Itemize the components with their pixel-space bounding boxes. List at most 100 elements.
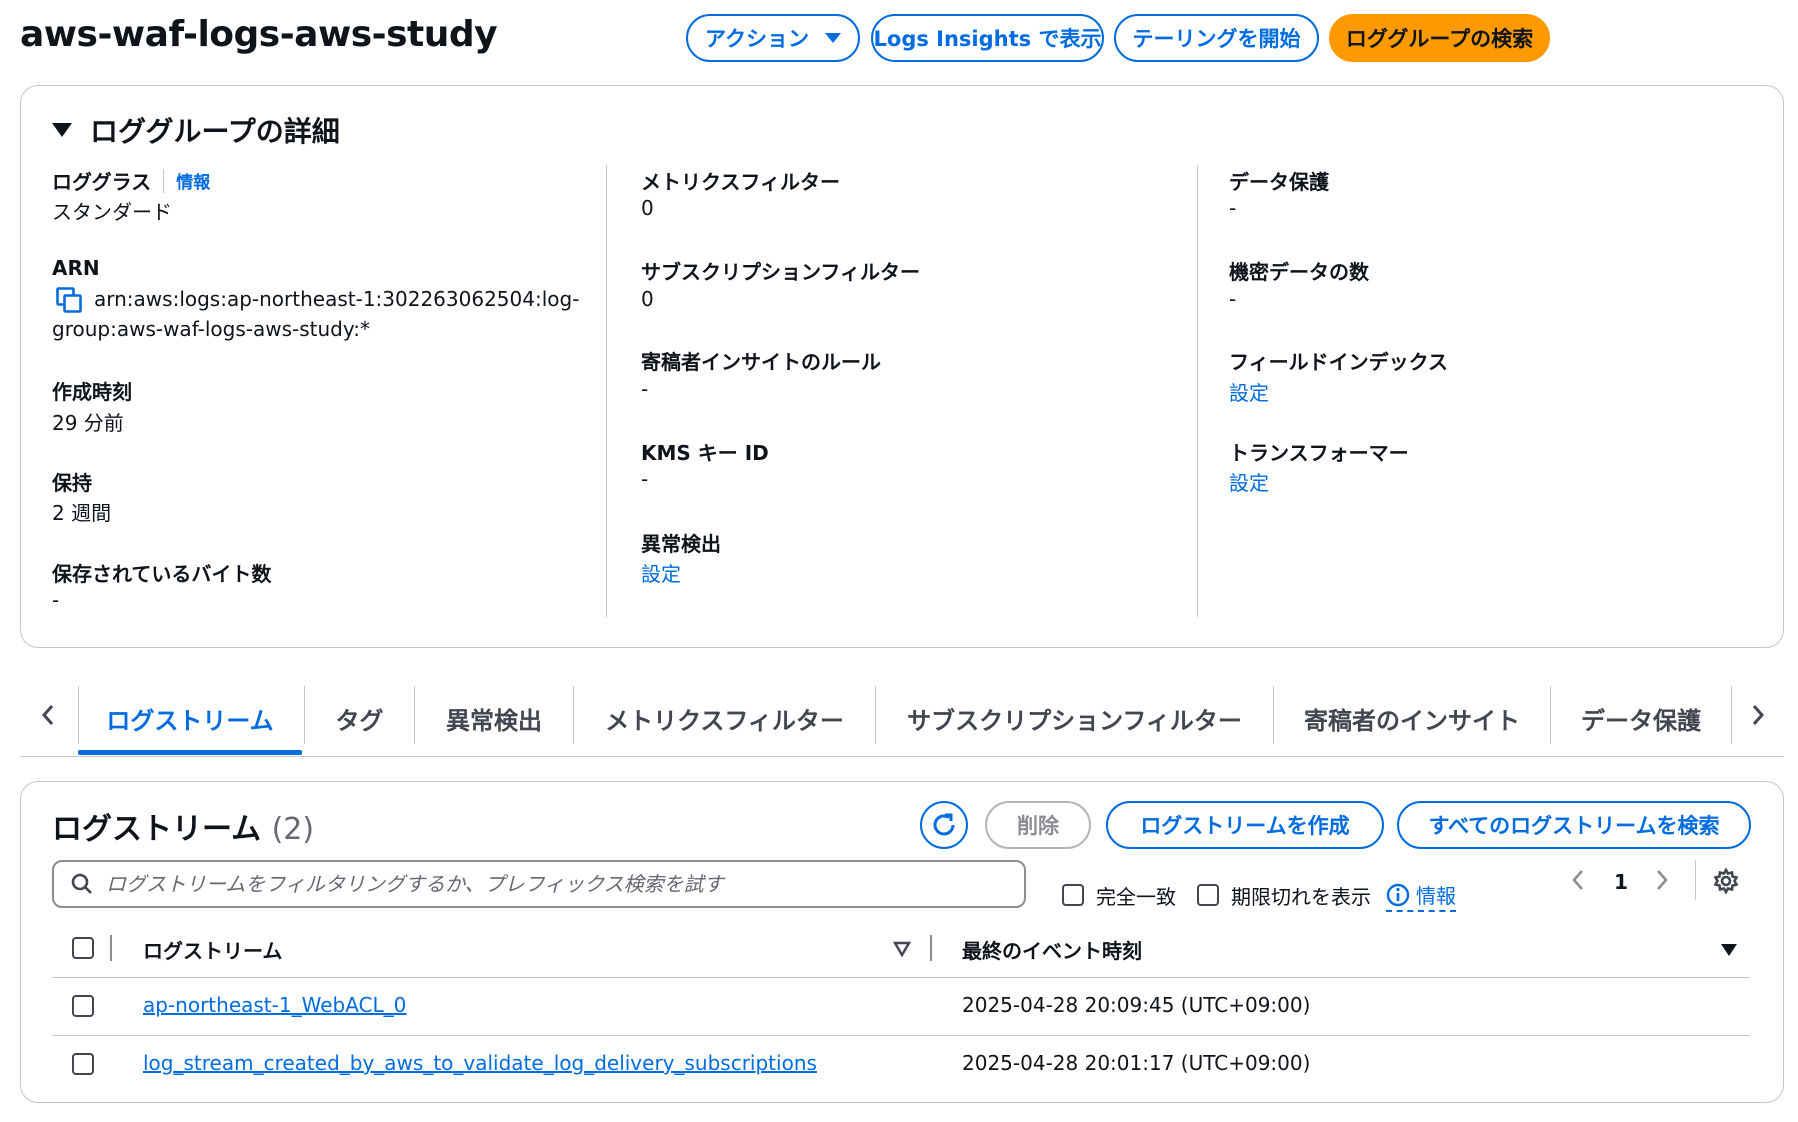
stored-bytes-value: -: [52, 588, 60, 612]
table-preferences-button[interactable]: [1712, 867, 1740, 899]
next-page-button[interactable]: [1654, 868, 1670, 896]
log-stream-filter-input[interactable]: [106, 872, 1006, 896]
copy-arn-button[interactable]: [56, 287, 82, 317]
details-section-title: ロググループの詳細: [90, 115, 340, 148]
log-stream-link[interactable]: log_stream_created_by_aws_to_validate_lo…: [143, 1051, 817, 1075]
retention-label: 保持: [52, 471, 92, 495]
show-expired-label: 期限切れを表示: [1231, 885, 1371, 909]
previous-page-button[interactable]: [1570, 868, 1586, 896]
tab-tags[interactable]: タグ: [305, 688, 414, 748]
chevron-right-icon: [1657, 870, 1668, 890]
log-streams-title: ログストリーム (2): [52, 804, 314, 848]
current-page-number[interactable]: 1: [1614, 870, 1628, 894]
show-expired-info-link[interactable]: 情報: [1386, 880, 1456, 912]
arn-label: ARN: [52, 256, 100, 280]
column-header-last-event-time[interactable]: 最終のイベント時刻: [962, 935, 1142, 964]
show-expired-checkbox[interactable]: [1197, 884, 1219, 906]
refresh-button[interactable]: [920, 801, 968, 849]
label-divider: [163, 168, 165, 193]
log-group-details-panel: [20, 85, 1784, 648]
info-link-label: 情報: [1416, 884, 1456, 908]
tab-subscription-filters[interactable]: サブスクリプションフィルター: [876, 688, 1273, 748]
column-divider: [1197, 165, 1198, 617]
tab-divider: [1731, 686, 1732, 744]
retention-value: 2 週間: [52, 501, 112, 525]
tab-data-protection[interactable]: データ保護: [1551, 688, 1731, 748]
column-divider: [110, 935, 112, 961]
log-class-label: ロググラス: [52, 170, 152, 194]
sort-log-stream-button[interactable]: [892, 941, 912, 961]
search-icon: [71, 873, 92, 894]
metric-filters-label: メトリクスフィルター: [641, 170, 840, 194]
subscription-filters-label: サブスクリプションフィルター: [641, 260, 920, 284]
anomaly-settings-link[interactable]: 設定: [641, 558, 681, 587]
data-protection-value: -: [1229, 196, 1237, 220]
field-index-label: フィールドインデックス: [1229, 350, 1448, 374]
logs-insights-button[interactable]: Logs Insights で表示: [871, 14, 1104, 62]
log-class-info-link[interactable]: 情報: [176, 168, 210, 193]
search-log-group-button[interactable]: ロググループの検索: [1329, 14, 1550, 62]
active-tab-indicator: [78, 750, 302, 755]
delete-button[interactable]: 削除: [985, 801, 1091, 849]
caret-down-icon: [824, 33, 841, 43]
create-log-stream-button[interactable]: ログストリームを作成: [1106, 801, 1384, 849]
table-header-rule: [52, 977, 1750, 978]
copy-icon: [56, 287, 82, 313]
log-stream-link[interactable]: ap-northeast-1_WebACL_0: [143, 993, 406, 1017]
last-event-time: 2025-04-28 20:09:45 (UTC+09:00): [962, 993, 1311, 1017]
sort-descending-icon: [1721, 944, 1737, 956]
kms-key-value: -: [641, 467, 649, 491]
refresh-icon: [933, 813, 955, 836]
chevron-left-icon: [1572, 870, 1583, 890]
tab-log-streams[interactable]: ログストリーム: [78, 688, 302, 748]
sort-icon: [892, 941, 912, 958]
log-stream-filter-box[interactable]: [52, 860, 1026, 908]
actions-button-label: アクション: [705, 27, 809, 51]
chevron-right-icon: [1752, 705, 1765, 725]
created-time-value: 29 分前: [52, 411, 124, 435]
info-icon: [1386, 883, 1410, 906]
column-divider: [930, 935, 932, 961]
subscription-filters-value: 0: [641, 287, 654, 311]
log-class-value: スタンダード: [52, 200, 172, 224]
sensitive-data-count-label: 機密データの数: [1229, 260, 1369, 284]
transformer-settings-link[interactable]: 設定: [1229, 467, 1269, 496]
pager-divider: [1695, 860, 1696, 900]
stored-bytes-label: 保存されているバイト数: [52, 562, 272, 586]
chevron-left-icon: [41, 705, 54, 725]
tabs-scroll-left-button[interactable]: [28, 690, 68, 740]
column-divider: [606, 165, 607, 617]
sort-last-event-button[interactable]: [1720, 942, 1738, 961]
column-header-log-stream[interactable]: ログストリーム: [143, 935, 282, 964]
details-section-toggle[interactable]: ロググループの詳細: [52, 110, 340, 150]
log-class-field: ロググラス 情報: [52, 166, 210, 195]
contributor-rules-label: 寄稿者インサイトのルール: [641, 350, 881, 374]
row-select-checkbox[interactable]: [72, 1053, 94, 1075]
search-all-log-streams-button[interactable]: すべてのログストリームを検索: [1397, 801, 1751, 849]
expand-triangle-icon: [52, 123, 72, 137]
settings-icon: [1713, 867, 1739, 895]
start-tailing-button[interactable]: テーリングを開始: [1114, 14, 1319, 62]
tab-contributor-insights[interactable]: 寄稿者のインサイト: [1274, 688, 1550, 748]
exact-match-checkbox[interactable]: [1062, 884, 1084, 906]
table-row-rule: [52, 1035, 1750, 1036]
actions-dropdown-button[interactable]: アクション: [686, 14, 860, 62]
metric-filters-value: 0: [641, 196, 654, 220]
log-streams-count: (2): [271, 812, 315, 847]
page-title: aws-waf-logs-aws-study: [20, 14, 498, 55]
data-protection-label: データ保護: [1229, 170, 1329, 194]
transformer-label: トランスフォーマー: [1229, 441, 1409, 465]
select-all-checkbox[interactable]: [72, 937, 94, 959]
tabs-scroll-right-button[interactable]: [1738, 690, 1778, 740]
field-index-settings-link[interactable]: 設定: [1229, 377, 1269, 406]
tab-metric-filters[interactable]: メトリクスフィルター: [574, 688, 875, 748]
sensitive-data-count-value: -: [1229, 287, 1237, 311]
row-select-checkbox[interactable]: [72, 995, 94, 1017]
tabs-divider-line: [20, 756, 1784, 757]
kms-key-label: KMS キー ID: [641, 441, 769, 465]
exact-match-label: 完全一致: [1096, 885, 1176, 909]
arn-value-line1: arn:aws:logs:ap-northeast-1:302263062504…: [94, 287, 580, 311]
arn-value-line2: group:aws-waf-logs-aws-study:*: [52, 317, 370, 341]
anomaly-detection-label: 異常検出: [641, 532, 721, 556]
tab-anomaly-detection[interactable]: 異常検出: [415, 688, 573, 748]
